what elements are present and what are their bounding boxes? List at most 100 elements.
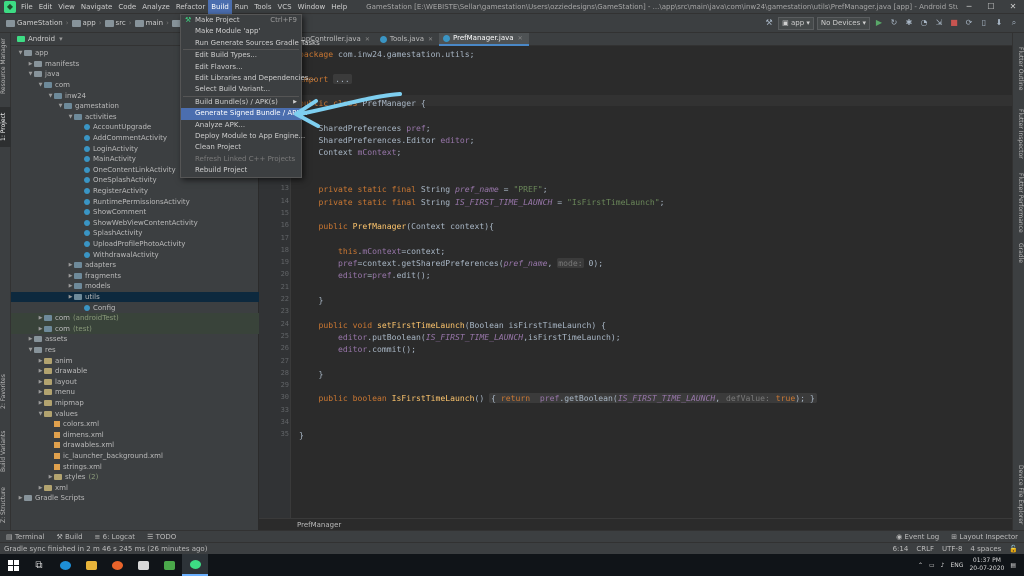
menu-help[interactable]: Help xyxy=(328,0,350,14)
code-line[interactable]: this.mContext=context; xyxy=(299,246,445,256)
menu-item-make-project[interactable]: ⚒ Make Project Ctrl+F9 xyxy=(181,15,301,26)
tree-item[interactable]: ▶ drawable xyxy=(11,366,259,377)
collapse-arrow-icon[interactable]: ▶ xyxy=(17,495,24,501)
tree-item[interactable]: ▶ adapters xyxy=(11,260,259,271)
tree-item[interactable]: SplashActivity xyxy=(11,228,259,239)
menu-item-select-build-variant[interactable]: Select Build Variant... xyxy=(181,84,301,95)
windows-start-icon[interactable] xyxy=(0,554,26,576)
close-tab-icon[interactable]: ✕ xyxy=(428,33,433,46)
code-line[interactable]: SharedPreferences pref; xyxy=(299,123,430,133)
file-explorer-icon[interactable] xyxy=(78,554,104,576)
tray-chevron-icon[interactable]: ⌃ xyxy=(918,562,923,569)
build-variants-tab[interactable]: Build Variants xyxy=(0,425,11,477)
input-language[interactable]: ENG xyxy=(951,562,964,569)
code-line[interactable]: public void setFirstTimeLaunch(Boolean i… xyxy=(299,320,607,330)
avd-manager-icon[interactable]: ▯ xyxy=(978,17,990,29)
close-tab-icon[interactable]: ✕ xyxy=(365,33,370,46)
menu-refactor[interactable]: Refactor xyxy=(173,0,208,14)
stop-icon[interactable]: ■ xyxy=(948,17,960,29)
menu-code[interactable]: Code xyxy=(115,0,139,14)
menu-navigate[interactable]: Navigate xyxy=(78,0,115,14)
expand-arrow-icon[interactable]: ▼ xyxy=(57,103,64,109)
collapse-arrow-icon[interactable]: ▶ xyxy=(67,273,74,279)
collapse-arrow-icon[interactable]: ▶ xyxy=(47,474,54,480)
notifications-icon[interactable]: ▤ xyxy=(1010,562,1016,569)
collapse-arrow-icon[interactable]: ▶ xyxy=(67,262,74,268)
collapse-arrow-icon[interactable]: ▶ xyxy=(67,283,74,289)
expand-arrow-icon[interactable]: ▼ xyxy=(27,347,34,353)
menu-item-analyze-apk[interactable]: Analyze APK... xyxy=(181,120,301,131)
collapse-arrow-icon[interactable]: ▶ xyxy=(37,400,44,406)
tree-item[interactable]: ▶ layout xyxy=(11,377,259,388)
collapse-arrow-icon[interactable]: ▶ xyxy=(27,61,34,67)
collapse-arrow-icon[interactable]: ▶ xyxy=(37,315,44,321)
menu-item-deploy-module-to-app-engine[interactable]: Deploy Module to App Engine... xyxy=(181,131,305,142)
tree-item[interactable]: RegisterActivity xyxy=(11,186,259,197)
tree-item[interactable]: colors.xml xyxy=(11,419,259,430)
search-icon[interactable]: ⌕ xyxy=(1008,17,1020,29)
code-line[interactable]: editor=pref.edit(); xyxy=(299,270,431,280)
tree-item[interactable]: drawables.xml xyxy=(11,440,259,451)
code-line[interactable]: SharedPreferences.Editor editor; xyxy=(299,135,474,145)
editor-tab[interactable]: Tools.java ✕ xyxy=(376,33,439,46)
notepad-icon[interactable] xyxy=(130,554,156,576)
tree-item[interactable]: ▶ Gradle Scripts xyxy=(11,493,259,504)
tree-item[interactable]: ▶ com (test) xyxy=(11,323,259,335)
android-studio-task-icon[interactable] xyxy=(182,554,208,576)
gradle-tab[interactable]: Gradle xyxy=(1014,243,1024,273)
favorites-tab[interactable]: 2: Favorites xyxy=(0,369,11,415)
menu-item-clean-project[interactable]: Clean Project xyxy=(181,142,301,153)
expand-arrow-icon[interactable]: ▼ xyxy=(67,114,74,120)
profile-icon[interactable]: ◔ xyxy=(918,17,930,29)
collapse-arrow-icon[interactable]: ▶ xyxy=(37,358,44,364)
code-line[interactable]: pref=context.getSharedPreferences(pref_n… xyxy=(299,258,603,269)
code-line[interactable]: } xyxy=(299,295,323,305)
menu-tools[interactable]: Tools xyxy=(251,0,274,14)
tree-item[interactable]: ShowWebViewContentActivity xyxy=(11,218,259,229)
build-tab[interactable]: ⚒ Build xyxy=(50,533,88,541)
breadcrumb-item[interactable]: app xyxy=(70,19,98,27)
menu-item-run-generate-sources-gradle-tasks[interactable]: Run Generate Sources Gradle Tasks xyxy=(181,38,320,49)
tree-item[interactable]: ic_launcher_background.xml xyxy=(11,451,259,462)
tree-item[interactable]: ▶ com (androidTest) xyxy=(11,313,259,324)
apply-changes-icon[interactable]: ↻ xyxy=(888,17,900,29)
tree-item[interactable]: RuntimePermissionsActivity xyxy=(11,196,259,207)
device-file-explorer-tab[interactable]: Device File Explorer xyxy=(1014,465,1024,527)
run-icon[interactable]: ▶ xyxy=(873,17,885,29)
editor-breadcrumb[interactable]: PrefManager xyxy=(259,518,1012,530)
tree-item[interactable]: ▶ anim xyxy=(11,355,259,366)
attach-debugger-icon[interactable]: ⇲ xyxy=(933,17,945,29)
debug-icon[interactable]: ✱ xyxy=(903,17,915,29)
menu-file[interactable]: File xyxy=(18,0,36,14)
firefox-icon[interactable] xyxy=(104,554,130,576)
photos-icon[interactable] xyxy=(156,554,182,576)
menu-item-edit-flavors[interactable]: Edit Flavors... xyxy=(181,62,301,73)
collapse-arrow-icon[interactable]: ▶ xyxy=(67,294,74,300)
tree-item[interactable]: ▶ menu xyxy=(11,387,259,398)
project-tab[interactable]: 1: Project xyxy=(0,107,11,147)
layout-inspector-tab[interactable]: ⊞ Layout Inspector xyxy=(945,533,1024,541)
device-select[interactable]: No Devices ▾ xyxy=(816,16,870,30)
close-tab-icon[interactable]: ✕ xyxy=(518,32,523,45)
menu-analyze[interactable]: Analyze xyxy=(139,0,173,14)
tree-item[interactable]: strings.xml xyxy=(11,461,259,472)
breadcrumb-item[interactable]: GameStation xyxy=(4,19,65,27)
collapse-arrow-icon[interactable]: ▶ xyxy=(37,379,44,385)
sdk-manager-icon[interactable]: ⬇ xyxy=(993,17,1005,29)
collapse-arrow-icon[interactable]: ▶ xyxy=(37,368,44,374)
clock[interactable]: 01:37 PM 20-07-2020 xyxy=(969,557,1004,573)
collapse-arrow-icon[interactable]: ▶ xyxy=(37,389,44,395)
collapse-arrow-icon[interactable]: ▶ xyxy=(37,326,44,332)
code-line[interactable]: public class PrefManager { xyxy=(299,98,426,108)
menu-build[interactable]: Build xyxy=(208,0,232,14)
todo-tab[interactable]: ☰ TODO xyxy=(141,533,182,541)
menu-item-make-module-app[interactable]: Make Module 'app' xyxy=(181,26,301,37)
terminal-tab[interactable]: ▤ Terminal xyxy=(0,533,50,541)
expand-arrow-icon[interactable]: ▼ xyxy=(17,50,24,56)
expand-arrow-icon[interactable]: ▼ xyxy=(27,71,34,77)
code-line[interactable]: editor.commit(); xyxy=(299,344,416,354)
collapse-arrow-icon[interactable]: ▶ xyxy=(27,336,34,342)
code-line[interactable]: private static final String pref_name = … xyxy=(299,184,548,194)
code-line[interactable]: public boolean IsFirstTimeLaunch() { ret… xyxy=(299,393,817,404)
tree-item[interactable]: ▶ assets xyxy=(11,334,259,345)
